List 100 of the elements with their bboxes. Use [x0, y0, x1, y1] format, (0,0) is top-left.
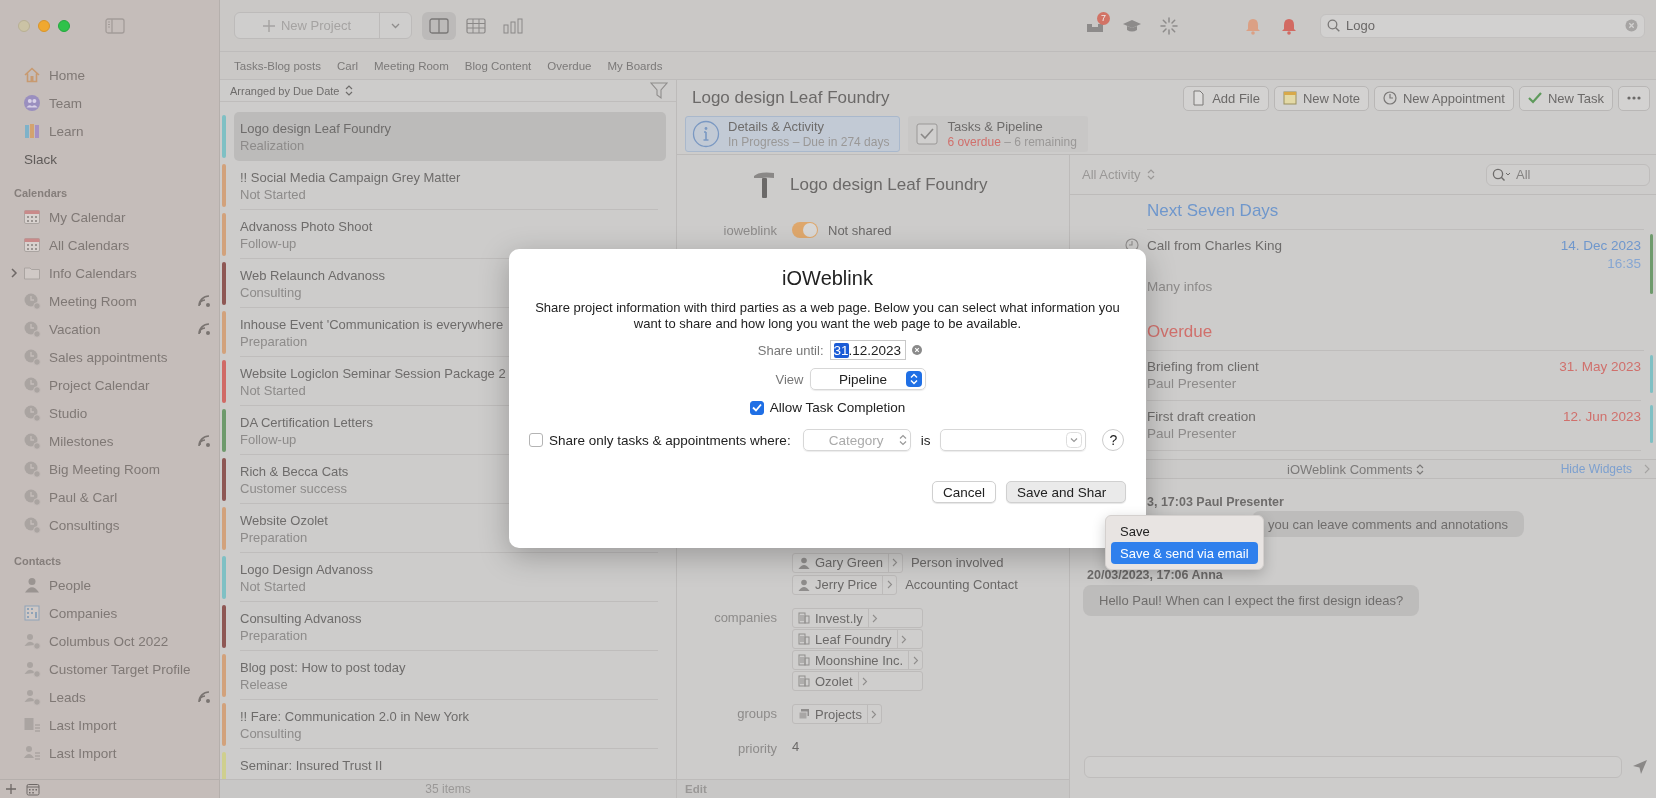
- sidebar-item[interactable]: Studio: [0, 399, 219, 427]
- item-status: Not Started: [240, 578, 306, 595]
- value-select[interactable]: [940, 429, 1087, 451]
- sidebar-item[interactable]: Last Import: [0, 711, 219, 739]
- person-icon: [23, 576, 41, 594]
- checkbox[interactable]: [529, 433, 543, 447]
- favorite-link[interactable]: Tasks-Blog posts: [234, 59, 321, 72]
- plus-icon[interactable]: [4, 782, 18, 796]
- minimize-button[interactable]: [38, 20, 50, 32]
- view-button[interactable]: [422, 11, 456, 40]
- tab[interactable]: Details & Activity In Progress – Due in 274 days: [685, 116, 901, 152]
- sidebar-item[interactable]: My Calendar: [0, 203, 219, 231]
- calendar-icon: [23, 236, 41, 254]
- sidebar-item[interactable]: Paul & Carl: [0, 483, 219, 511]
- bell-icon[interactable]: [1280, 16, 1298, 35]
- list-item[interactable]: !! Social Media Campaign Grey Matter Not Started: [220, 161, 676, 210]
- favorite-link[interactable]: My Boards: [607, 59, 663, 72]
- sidebar-item[interactable]: Last Import: [0, 739, 219, 767]
- sidebar-toggle-icon[interactable]: [105, 18, 125, 34]
- activity-date: 31. May 2023: [1559, 358, 1641, 376]
- sidebar-item[interactable]: Milestones: [0, 427, 219, 455]
- operator-label: is: [920, 432, 931, 448]
- columns-icon: [429, 17, 449, 34]
- list-item[interactable]: Logo Design Advanoss Not Started: [220, 553, 676, 602]
- filter-icon[interactable]: [650, 81, 668, 100]
- sidebar-item[interactable]: Customer Target Profile: [0, 655, 219, 683]
- list-item[interactable]: !! Fare: Communication 2.0 in New York Consulting: [220, 700, 676, 749]
- sidebar-item[interactable]: Vacation: [0, 315, 219, 343]
- date-field[interactable]: 31.12.2023: [829, 340, 906, 360]
- checkbox[interactable]: [749, 400, 764, 415]
- sidebar-item[interactable]: Columbus Oct 2022: [0, 627, 219, 655]
- field-value: 4: [792, 739, 800, 754]
- favorite-link[interactable]: Meeting Room: [374, 59, 449, 72]
- comments-selector[interactable]: iOWeblink Comments: [1287, 461, 1413, 477]
- activity-person: Paul Presenter: [1147, 376, 1238, 392]
- close-button[interactable]: [18, 20, 30, 32]
- clock-icon: [1382, 90, 1397, 106]
- list-item[interactable]: Consulting Advanoss Preparation: [220, 602, 676, 651]
- field-label: ioweblink: [722, 222, 777, 238]
- sidebar-item[interactable]: Team: [0, 89, 219, 117]
- search-field[interactable]: Logo: [1320, 13, 1645, 38]
- search-icon: [1327, 19, 1340, 32]
- clock-gear-icon: [23, 320, 41, 338]
- item-title: Website Logiclon Seminar Session Package 2: [240, 365, 506, 382]
- sidebar-item[interactable]: Home: [0, 61, 219, 89]
- link-pill[interactable]: Gary Green: [792, 552, 903, 573]
- search-field[interactable]: All: [1486, 163, 1650, 186]
- link-pill[interactable]: Leaf Foundry: [792, 629, 924, 649]
- action-button[interactable]: New Task: [1518, 85, 1613, 111]
- clock-gear-icon: [23, 292, 41, 310]
- stepper-icon: [1146, 169, 1155, 180]
- item-status: Preparation: [240, 627, 308, 644]
- zoom-button[interactable]: [58, 20, 70, 32]
- bell-icon[interactable]: [1244, 16, 1262, 35]
- clock-gear-icon: [23, 404, 41, 422]
- sidebar-item[interactable]: Meeting Room: [0, 287, 219, 315]
- sort-selector[interactable]: Arranged by Due Date: [230, 84, 340, 97]
- clear-icon[interactable]: [1625, 19, 1638, 32]
- hide-widgets-link[interactable]: Hide Widgets: [1560, 462, 1632, 476]
- graduation-cap-icon[interactable]: [1122, 17, 1142, 34]
- sidebar-item[interactable]: Consultings: [0, 511, 219, 539]
- sidebar-item[interactable]: Sales appointments: [0, 343, 219, 371]
- clock-gear-icon: [23, 348, 41, 366]
- action-button[interactable]: New Note: [1273, 85, 1369, 111]
- action-button[interactable]: New Appointment: [1373, 85, 1514, 111]
- sidebar-item[interactable]: Big Meeting Room: [0, 455, 219, 483]
- sidebar-item[interactable]: Info Calendars: [0, 259, 219, 287]
- save-share-button[interactable]: Save and Shar: [1006, 481, 1126, 503]
- link-pill[interactable]: Invest.ly: [792, 608, 924, 628]
- favorite-link[interactable]: Carl: [336, 59, 359, 72]
- sidebar-item[interactable]: People: [0, 571, 219, 599]
- favorite-link[interactable]: Blog Content: [464, 59, 532, 72]
- clock-gear-icon: [23, 488, 41, 506]
- link-pill[interactable]: Moonshine Inc.: [792, 650, 924, 670]
- clear-icon[interactable]: [911, 345, 922, 355]
- action-button[interactable]: Add File: [1183, 85, 1269, 111]
- spinner-icon[interactable]: [1160, 16, 1178, 35]
- view-select[interactable]: Pipeline: [809, 368, 926, 390]
- help-button[interactable]: ?: [1102, 429, 1125, 451]
- field-value: Not shared: [828, 222, 892, 238]
- link-pill[interactable]: Jerry Price: [792, 574, 898, 595]
- more-button[interactable]: [1618, 85, 1650, 111]
- calendar-icon[interactable]: [26, 782, 40, 796]
- sidebar-item[interactable]: All Calendars: [0, 231, 219, 259]
- cancel-button[interactable]: Cancel: [931, 481, 996, 503]
- person-list-icon: [23, 744, 41, 762]
- sidebar-item[interactable]: Slack: [0, 145, 219, 173]
- chevron-right-icon: [10, 268, 18, 278]
- category-select[interactable]: Category: [802, 429, 911, 451]
- toggle-switch[interactable]: [792, 222, 818, 238]
- list-item[interactable]: Blog post: How to post today Release: [220, 651, 676, 700]
- send-icon[interactable]: [1632, 759, 1648, 775]
- sidebar-item[interactable]: Companies: [0, 599, 219, 627]
- link-pill[interactable]: Ozolet: [792, 671, 924, 691]
- sidebar-item[interactable]: Leads: [0, 683, 219, 711]
- sidebar-item[interactable]: Project Calendar: [0, 371, 219, 399]
- sidebar-item[interactable]: Learn: [0, 117, 219, 145]
- favorite-link[interactable]: Overdue: [547, 59, 592, 72]
- link-pill[interactable]: Projects: [792, 704, 882, 724]
- menu-item[interactable]: Save & send via email: [1111, 542, 1258, 564]
